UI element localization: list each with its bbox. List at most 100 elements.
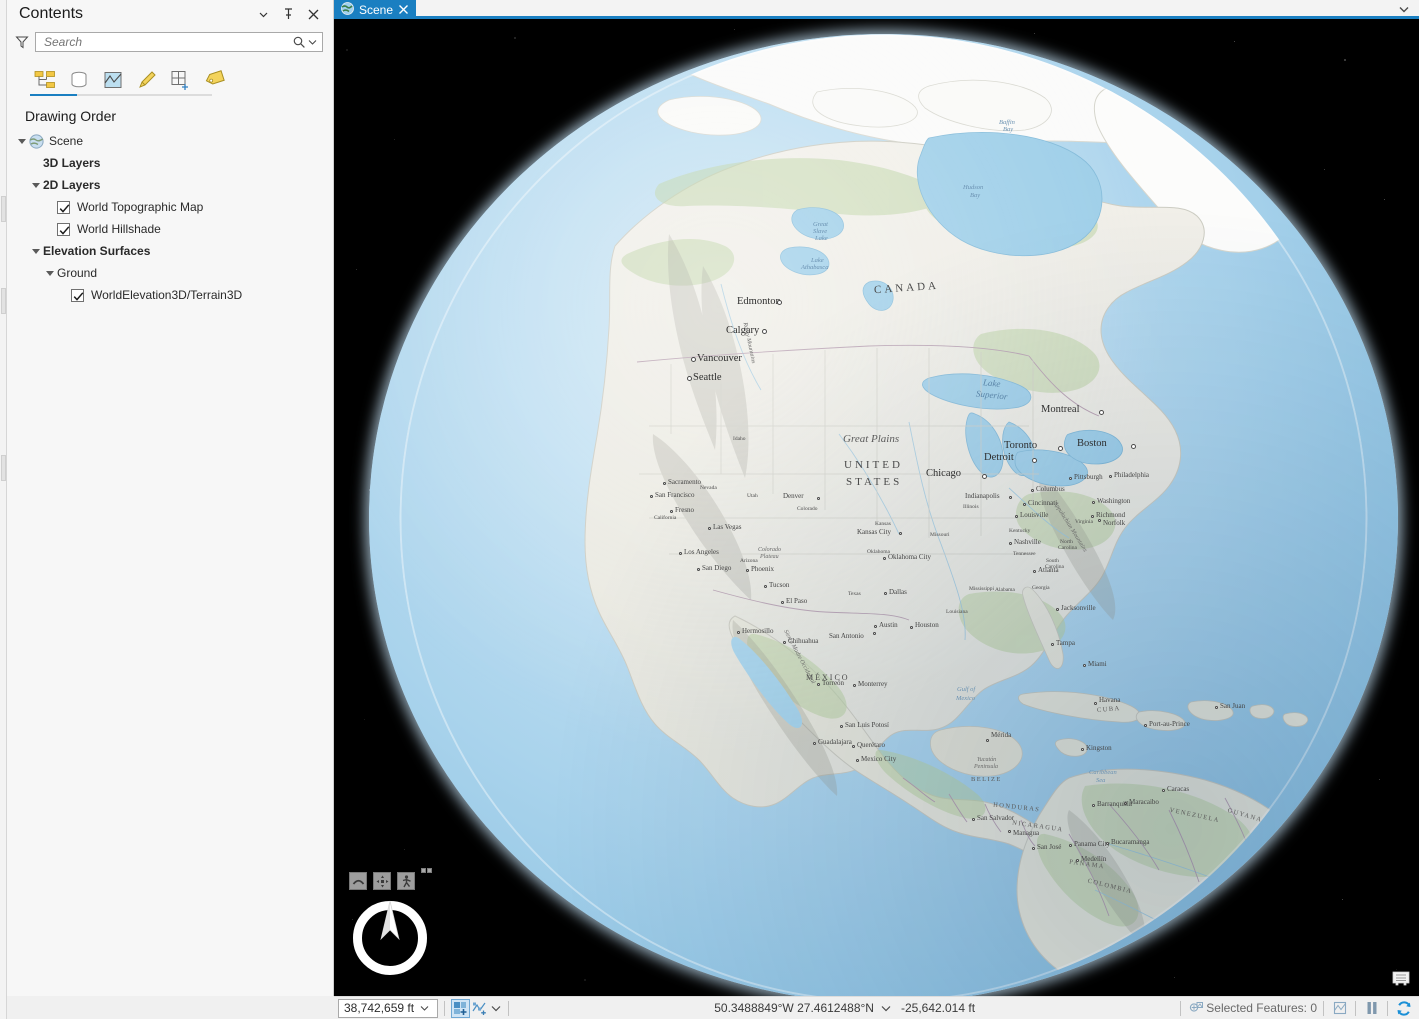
- coordinate-format-chevron-down-icon[interactable]: [880, 1000, 893, 1017]
- selection-mode-button[interactable]: [470, 999, 489, 1018]
- globe-surface[interactable]: CANADA UNITED STATES MÉXICO BELIZE HONDURAS NI…: [369, 34, 1398, 996]
- map-city-marker: [1008, 830, 1011, 833]
- select-by-rectangle-button[interactable]: [451, 998, 470, 1018]
- map-country-label: CANADA: [873, 279, 940, 297]
- star: [346, 49, 348, 51]
- contents-pane-header: Contents: [7, 0, 333, 28]
- layer-visibility-checkbox[interactable]: [71, 288, 84, 302]
- map-city-marker: [1009, 542, 1012, 545]
- map-city-marker: [1009, 496, 1012, 499]
- map-city-marker: [817, 497, 820, 500]
- map-city-label: Medellín: [1081, 855, 1107, 863]
- look-nav-button[interactable]: [349, 872, 367, 890]
- layer-tree-item[interactable]: Ground: [15, 262, 333, 284]
- close-icon[interactable]: [305, 6, 321, 22]
- selection-options-chevron-down-icon[interactable]: [489, 1000, 502, 1017]
- status-bar: 38,742,659 ft 50.3488849°W 27.4612488°N …: [334, 996, 1419, 1019]
- map-city-label: Bucaramanga: [1111, 838, 1150, 846]
- expand-collapse-triangle-icon[interactable]: [15, 138, 29, 144]
- map-city-marker: [1023, 503, 1026, 506]
- refresh-button[interactable]: [1394, 999, 1413, 1018]
- map-water-label: Gulf of: [957, 686, 976, 693]
- map-city-label: Edmonton: [737, 296, 781, 307]
- layer-tree-item[interactable]: Elevation Surfaces: [15, 240, 333, 262]
- drawing-status-icon[interactable]: [1330, 999, 1349, 1018]
- compass-widget[interactable]: [353, 900, 427, 975]
- map-physical-label: Plateau: [760, 554, 779, 560]
- expand-collapse-triangle-icon[interactable]: [29, 182, 43, 188]
- contents-pane: Contents Search Drawing Order Scene 3D L…: [7, 0, 334, 996]
- scale-chevron-down-icon[interactable]: [414, 1000, 435, 1017]
- search-box[interactable]: [35, 32, 323, 52]
- map-state-label: Mississippi: [969, 586, 995, 592]
- map-state-label: California: [654, 515, 677, 521]
- map-city-marker: [1124, 802, 1127, 805]
- scale-combobox[interactable]: 38,742,659 ft: [338, 998, 438, 1018]
- menu-chevron-icon[interactable]: [255, 6, 271, 22]
- docked-pane-stub-strip[interactable]: [0, 0, 7, 1019]
- map-city-label: San Francisco: [655, 491, 695, 499]
- map-city-label: Tampa: [1056, 639, 1075, 647]
- layer-tree-item[interactable]: 2D Layers: [15, 174, 333, 196]
- walk-nav-button[interactable]: [397, 872, 415, 890]
- pane-stub-2[interactable]: [1, 288, 6, 314]
- search-options-chevron-down-icon[interactable]: [306, 35, 319, 49]
- map-city-marker: [1091, 515, 1094, 518]
- map-state-label: Georgia: [1032, 585, 1050, 591]
- list-by-snapping-tab[interactable]: [167, 67, 194, 94]
- expand-collapse-triangle-icon[interactable]: [43, 270, 57, 276]
- globe-3d[interactable]: CANADA UNITED STATES MÉXICO BELIZE HONDURAS NI…: [351, 19, 1416, 996]
- map-city-marker: [1092, 804, 1095, 807]
- pause-drawing-button[interactable]: [1362, 999, 1381, 1018]
- map-city-label: Seattle: [693, 372, 722, 383]
- map-city-label: Los Angeles: [684, 548, 719, 556]
- map-physical-label: Colorado: [758, 547, 782, 553]
- map-city-label: Kingston: [1086, 744, 1112, 752]
- filter-icon[interactable]: [15, 35, 29, 49]
- scene-view[interactable]: CANADA UNITED STATES MÉXICO BELIZE HONDURAS NI…: [334, 19, 1419, 996]
- pan-nav-button[interactable]: [373, 872, 391, 890]
- layer-tree-item[interactable]: World Topographic Map: [15, 196, 333, 218]
- list-by-labeling-tab[interactable]: [201, 67, 228, 94]
- nav-options-toggle[interactable]: [421, 868, 435, 878]
- map-city-marker: [1032, 847, 1035, 850]
- map-city-label: Mérida: [991, 731, 1012, 739]
- map-city-label: San Luis Potosí: [845, 721, 889, 729]
- layer-tree-item[interactable]: WorldElevation3D/Terrain3D: [15, 284, 333, 306]
- list-by-editing-tab[interactable]: [133, 67, 160, 94]
- layer-tree-item[interactable]: World Hillshade: [15, 218, 333, 240]
- list-by-selection-tab[interactable]: [99, 67, 126, 94]
- list-by-data-source-tab[interactable]: [65, 67, 92, 94]
- layer-tree-item[interactable]: 3D Layers: [15, 152, 333, 174]
- expand-collapse-triangle-icon[interactable]: [29, 248, 43, 254]
- close-icon[interactable]: [398, 4, 409, 15]
- map-water-label: Caribbean: [1089, 769, 1117, 776]
- tab-overflow-chevron-down-icon[interactable]: [1397, 3, 1411, 16]
- layer-visibility-checkbox[interactable]: [57, 222, 70, 236]
- map-state-label: Texas: [848, 591, 861, 597]
- map-city-marker: [708, 527, 711, 530]
- map-state-label: Colorado: [797, 506, 818, 512]
- layer-visibility-checkbox[interactable]: [57, 200, 70, 214]
- list-by-drawing-order-tab[interactable]: [31, 67, 58, 94]
- map-water-label: Lake: [811, 257, 824, 264]
- map-country-label: BELIZE: [971, 776, 1002, 783]
- map-city-marker: [1069, 477, 1072, 480]
- map-water-label: Bay: [1003, 126, 1014, 133]
- navigation-buttons: [349, 868, 435, 890]
- map-city-label: Phoenix: [751, 565, 774, 573]
- scene-layer-widget-icon[interactable]: [1389, 966, 1413, 990]
- pane-stub-1[interactable]: [1, 196, 6, 222]
- layer-tree-item[interactable]: Scene: [15, 130, 333, 152]
- search-icon[interactable]: [292, 35, 306, 49]
- map-city-label: Sacramento: [668, 478, 702, 486]
- pin-icon[interactable]: [280, 6, 296, 22]
- map-city-marker: [1131, 444, 1136, 449]
- map-city-label: Barranquilla: [1097, 800, 1132, 808]
- map-city-marker: [1144, 724, 1147, 727]
- search-input[interactable]: [42, 34, 292, 50]
- map-city-label: Managua: [1013, 829, 1040, 837]
- map-water-label: Hudson: [963, 184, 984, 191]
- map-city-label: Philadelphia: [1114, 471, 1149, 479]
- pane-stub-3[interactable]: [1, 455, 6, 481]
